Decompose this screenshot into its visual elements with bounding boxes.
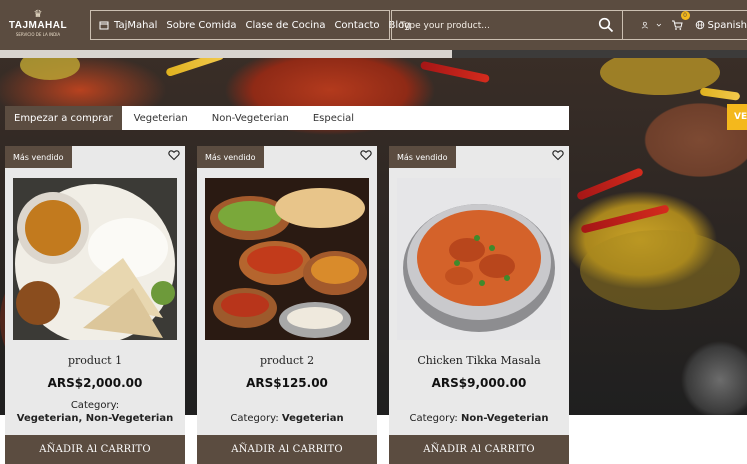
user-icon[interactable] xyxy=(641,19,649,31)
product-card[interactable]: Más vendido product 2 ARS$125.00 Categor… xyxy=(197,146,377,464)
category-value: Vegeterian, Non-Vegeterian xyxy=(16,413,174,424)
food-plate-image xyxy=(13,178,177,340)
category-value: Vegeterian xyxy=(281,413,344,424)
nav-item-contacto[interactable]: Contacto xyxy=(334,20,379,31)
tab-empezar-a-comprar[interactable]: Empezar a comprar xyxy=(5,106,122,130)
nav-item-clase-de-cocina[interactable]: Clase de Cocina xyxy=(246,20,326,31)
chili-decoration xyxy=(576,167,644,201)
nav-item-label: Sobre Comida xyxy=(166,19,237,31)
logo-tagline: SERVICIO DE LA INDIA xyxy=(15,32,61,37)
add-to-cart-button[interactable]: AÑADIR Al CARRITO xyxy=(389,435,569,464)
product-name[interactable]: product 2 xyxy=(197,354,377,367)
add-to-cart-button[interactable]: AÑADIR Al CARRITO xyxy=(197,435,377,464)
spice-pile xyxy=(580,230,740,310)
language-selector[interactable]: Spanish xyxy=(695,20,747,31)
account-area: 0 Spanish xyxy=(623,10,747,40)
category-label: Category: xyxy=(70,400,120,411)
search-icon[interactable] xyxy=(598,17,614,33)
product-category: Category: Vegeterian, Non-Vegeterian xyxy=(5,399,185,425)
product-image[interactable] xyxy=(397,178,561,340)
product-image[interactable] xyxy=(205,178,369,340)
nav-item-label: Contacto xyxy=(334,19,380,31)
bestseller-badge: Más vendido xyxy=(197,146,264,168)
category-value: Non-Vegeterian xyxy=(461,413,549,424)
search-input[interactable] xyxy=(400,17,590,34)
category-label: Category: xyxy=(409,413,458,424)
cart-count-badge: 0 xyxy=(680,10,690,20)
nav-item-label: TajMahal xyxy=(114,19,158,31)
cart-button[interactable]: 0 xyxy=(671,10,690,35)
heart-icon[interactable] xyxy=(168,149,180,161)
bestseller-badge: Más vendido xyxy=(389,146,456,168)
product-name[interactable]: product 1 xyxy=(5,354,185,367)
category-label: Category: xyxy=(230,413,279,424)
promo-badge[interactable]: VE xyxy=(727,104,747,130)
category-tabs: Empezar a comprar Vegeterian Non-Vegeter… xyxy=(5,106,569,130)
product-category: Category: Non-Vegeterian xyxy=(389,412,569,425)
product-card[interactable]: Más vendido product 1 ARS$2,000.00 Categ… xyxy=(5,146,185,464)
product-price: ARS$2,000.00 xyxy=(47,376,143,390)
product-category: Category: Vegeterian xyxy=(197,412,377,425)
chili-decoration xyxy=(699,87,741,101)
site-header: ♛ TAJMAHAL SERVICIO DE LA INDIA TajMahal… xyxy=(0,0,747,50)
chili-decoration xyxy=(419,60,491,84)
tab-non-vegeterian[interactable]: Non-Vegeterian xyxy=(200,106,301,130)
product-price: ARS$9,000.00 xyxy=(431,376,527,390)
tab-vegeterian[interactable]: Vegeterian xyxy=(122,106,200,130)
nav-item-tajmahal[interactable]: TajMahal xyxy=(99,20,157,31)
main-nav: TajMahal Sobre Comida Clase de Cocina Co… xyxy=(90,10,411,40)
heart-icon[interactable] xyxy=(360,149,372,161)
logo-mark: ♛ xyxy=(33,9,43,20)
nav-item-label: Clase de Cocina xyxy=(245,19,326,31)
tikka-masala-image xyxy=(397,178,561,340)
store-icon xyxy=(99,21,109,30)
globe-icon xyxy=(695,20,704,30)
add-to-cart-button[interactable]: AÑADIR Al CARRITO xyxy=(5,435,185,464)
language-label: Spanish xyxy=(707,19,747,31)
product-name[interactable]: Chicken Tikka Masala xyxy=(389,354,569,367)
search-bar xyxy=(391,10,623,40)
product-price: ARS$125.00 xyxy=(246,376,328,390)
logo-text: TAJMAHAL xyxy=(8,20,68,31)
product-image[interactable] xyxy=(13,178,177,340)
bestseller-badge: Más vendido xyxy=(5,146,72,168)
chevron-down-icon[interactable] xyxy=(655,19,663,31)
nav-item-sobre-comida[interactable]: Sobre Comida xyxy=(166,20,236,31)
tab-especial[interactable]: Especial xyxy=(301,106,366,130)
cart-icon xyxy=(671,20,683,30)
hero-top-strip-dark xyxy=(452,50,747,58)
heart-icon[interactable] xyxy=(552,149,564,161)
logo[interactable]: ♛ TAJMAHAL SERVICIO DE LA INDIA xyxy=(8,10,68,40)
product-card[interactable]: Más vendido Chicken Tikka Masala ARS$9,0… xyxy=(389,146,569,464)
food-spread-image xyxy=(205,178,369,340)
